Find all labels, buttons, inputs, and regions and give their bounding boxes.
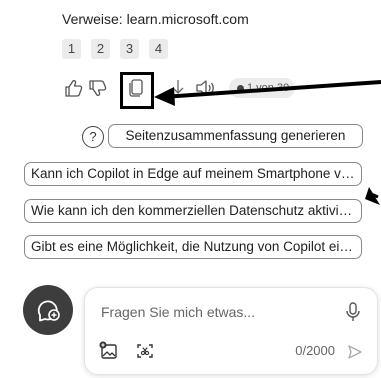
screenshot-icon[interactable] [135,341,155,361]
microphone-icon[interactable] [345,301,361,323]
character-counter: 0/2000 [295,343,335,358]
annotation-arrow-head-2 [365,187,380,205]
read-aloud-icon[interactable] [194,77,216,99]
new-chat-button[interactable] [23,285,73,335]
new-chat-icon [37,300,60,322]
suggestion-chip-2[interactable]: Wie kann ich den kommerziellen Datenschu… [24,199,362,223]
message-input[interactable] [101,304,321,320]
suggestion-chip-1[interactable]: Kann ich Copilot in Edge auf meinem Smar… [24,162,362,186]
download-icon[interactable] [167,77,189,99]
image-add-icon[interactable] [99,341,119,361]
reference-chip-2[interactable]: 2 [91,39,110,59]
reference-chip-4[interactable]: 4 [149,39,168,59]
annotation-arrow-line-2 [368,191,379,199]
response-counter-text: 1 von 30 [247,82,290,94]
response-counter-pill: 1 von 30 [229,78,295,98]
copy-highlight-box [120,72,154,109]
help-circle-icon: ? [82,126,104,148]
send-icon[interactable] [347,344,363,360]
references-label: Verweise: learn.microsoft.com [62,11,249,27]
reference-chip-3[interactable]: 3 [120,39,139,59]
thumbs-up-icon[interactable] [63,77,85,99]
suggestion-chip-3[interactable]: Gibt es eine Möglichkeit, die Nutzung vo… [24,235,362,259]
composer: 0/2000 [84,287,378,375]
thumbs-down-icon[interactable] [87,77,109,99]
response-counter-dot [237,84,244,92]
reference-chip-1[interactable]: 1 [62,39,81,59]
page-summary-button[interactable]: Seitenzusammenfassung generieren [108,124,363,148]
